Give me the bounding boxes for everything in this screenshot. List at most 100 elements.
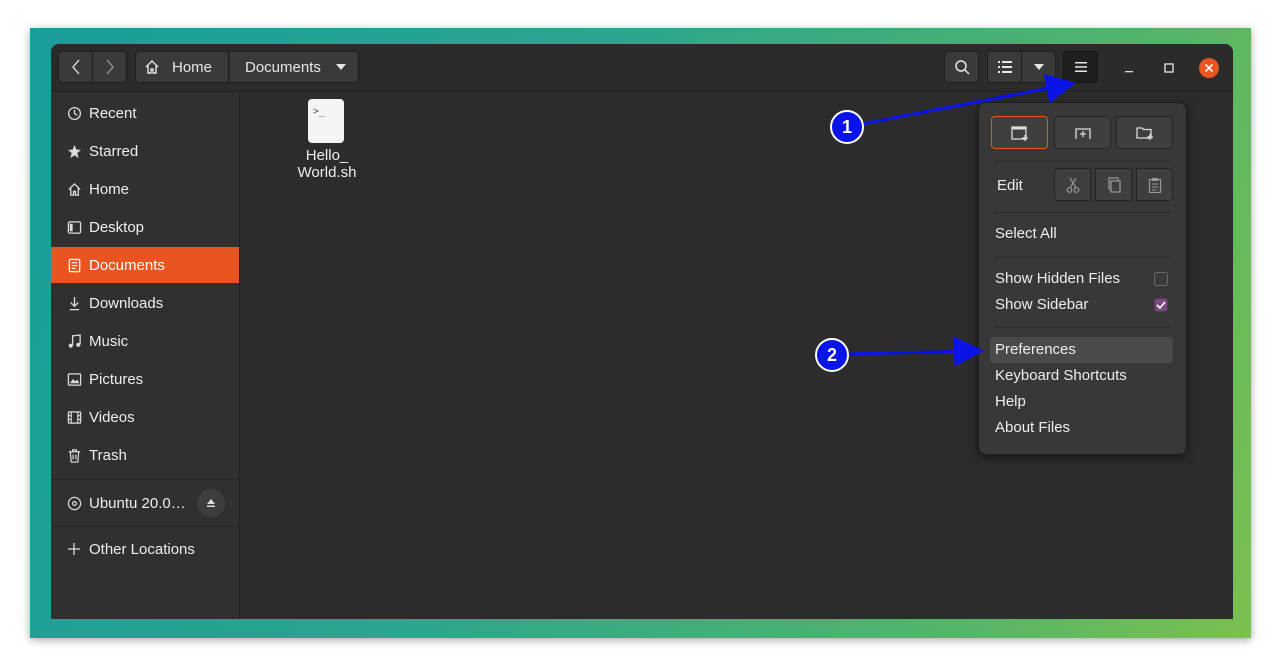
plus-icon (66, 543, 82, 555)
edit-label: Edit (997, 177, 1023, 194)
menu-separator (994, 161, 1170, 162)
trash-icon (66, 448, 82, 463)
sidebar-item-desktop[interactable]: Desktop (51, 209, 239, 245)
sidebar-item-label: Music (89, 332, 129, 350)
pictures-icon (66, 372, 82, 387)
menu-item-help[interactable]: Help (995, 393, 1026, 410)
preferences-label: Preferences (995, 341, 1076, 358)
sidebar-item-label: Home (89, 180, 130, 198)
menu-separator (994, 257, 1170, 258)
new-tab-icon (1074, 127, 1091, 139)
main-menu-popover: Edit Select All Show Hidden Files Show S… (978, 102, 1187, 455)
sidebar-item-label: Desktop (89, 218, 145, 236)
star-icon (66, 144, 82, 159)
path-documents-button[interactable]: Documents (229, 51, 359, 83)
cut-button[interactable] (1054, 168, 1091, 201)
sidebar-item-music[interactable]: Music (51, 323, 239, 359)
sidebar-item-downloads[interactable]: Downloads (51, 285, 239, 321)
header-bar: Home Documents (51, 44, 1233, 92)
copy-button[interactable] (1095, 168, 1132, 201)
sidebar-item-pictures[interactable]: Pictures (51, 361, 239, 397)
sidebar-item-label: Pictures (89, 370, 144, 388)
script-file-icon: >_ (308, 99, 344, 143)
sidebar-item-label: Starred (89, 142, 139, 160)
download-icon (66, 296, 82, 311)
file-icon-glyph: >_ (313, 106, 326, 117)
new-window-button[interactable] (991, 116, 1048, 149)
menu-item-keyboard-shortcuts[interactable]: Keyboard Shortcuts (995, 367, 1127, 384)
menu-separator (994, 327, 1170, 328)
sidebar-item-recent[interactable]: Recent (51, 95, 239, 131)
sidebar: Recent Starred Home Desktop Documents Do… (51, 92, 240, 619)
minimize-icon (1125, 71, 1133, 73)
sidebar-item-label: Ubuntu 20.0… (89, 494, 186, 512)
dropdown-arrow-icon (336, 64, 346, 70)
path-home-button[interactable]: Home (135, 51, 229, 83)
menu-separator (994, 212, 1170, 213)
menu-item-show-sidebar[interactable]: Show Sidebar (995, 296, 1088, 313)
path-documents-label: Documents (245, 58, 321, 76)
minimize-button[interactable] (1119, 58, 1139, 78)
menu-item-show-hidden-files[interactable]: Show Hidden Files (995, 270, 1120, 287)
chevron-right-icon (105, 59, 114, 75)
maximize-icon (1164, 63, 1174, 73)
dropdown-arrow-icon (1033, 64, 1044, 70)
paste-icon (1148, 177, 1161, 193)
music-icon (66, 333, 82, 349)
sidebar-item-label: Recent (89, 104, 137, 122)
eject-icon (207, 499, 215, 507)
menu-item-select-all[interactable]: Select All (995, 225, 1057, 242)
checkmark-icon (1156, 301, 1166, 309)
new-folder-button[interactable] (1116, 116, 1173, 149)
cut-icon (1066, 177, 1079, 193)
chevron-left-icon (71, 59, 80, 75)
sidebar-item-label: Trash (89, 446, 127, 464)
menu-item-about-files[interactable]: About Files (995, 419, 1070, 436)
new-folder-icon (1135, 126, 1153, 140)
file-name-line2: World.sh (297, 164, 357, 181)
sidebar-item-drive[interactable]: Ubuntu 20.0… (51, 485, 239, 521)
paste-button[interactable] (1136, 168, 1173, 201)
file-name-line1: Hello_ (305, 147, 349, 164)
back-button[interactable] (58, 51, 93, 83)
show-hidden-checkbox[interactable] (1154, 272, 1168, 286)
video-icon (66, 410, 82, 425)
clock-icon (66, 106, 82, 121)
home-icon (66, 182, 82, 197)
sidebar-item-label: Downloads (89, 294, 164, 312)
sidebar-separator (51, 479, 239, 480)
annotation-badge-2: 2 (815, 338, 849, 372)
desktop-icon (66, 220, 82, 235)
sidebar-item-documents[interactable]: Documents (51, 247, 239, 283)
path-home-label: Home (172, 58, 213, 76)
forward-button[interactable] (92, 51, 127, 83)
eject-button[interactable] (197, 489, 225, 517)
close-button[interactable] (1199, 58, 1219, 78)
show-sidebar-checkbox[interactable] (1154, 298, 1168, 312)
sidebar-item-label: Documents (89, 256, 165, 274)
new-tab-button[interactable] (1054, 116, 1111, 149)
sidebar-item-starred[interactable]: Starred (51, 133, 239, 169)
sidebar-separator (51, 526, 239, 527)
sidebar-item-other-locations[interactable]: Other Locations (51, 531, 239, 567)
sidebar-item-trash[interactable]: Trash (51, 437, 239, 473)
search-icon (954, 60, 970, 75)
sidebar-item-videos[interactable]: Videos (51, 399, 239, 435)
sidebar-item-label: Other Locations (89, 540, 195, 558)
view-options-button[interactable] (1021, 51, 1056, 83)
hamburger-icon (1074, 62, 1087, 72)
sidebar-item-home[interactable]: Home (51, 171, 239, 207)
close-icon (1204, 63, 1214, 73)
main-menu-button[interactable] (1063, 51, 1098, 83)
view-list-button[interactable] (987, 51, 1022, 83)
search-button[interactable] (944, 51, 979, 83)
file-name: Hello_ World.sh (277, 147, 377, 181)
home-icon (145, 60, 159, 74)
list-view-icon (997, 61, 1012, 73)
document-icon (66, 258, 82, 273)
maximize-button[interactable] (1159, 58, 1179, 78)
annotation-badge-1: 1 (830, 110, 864, 144)
new-window-icon (1010, 125, 1028, 141)
sidebar-item-label: Videos (89, 408, 135, 426)
copy-icon (1107, 176, 1121, 193)
